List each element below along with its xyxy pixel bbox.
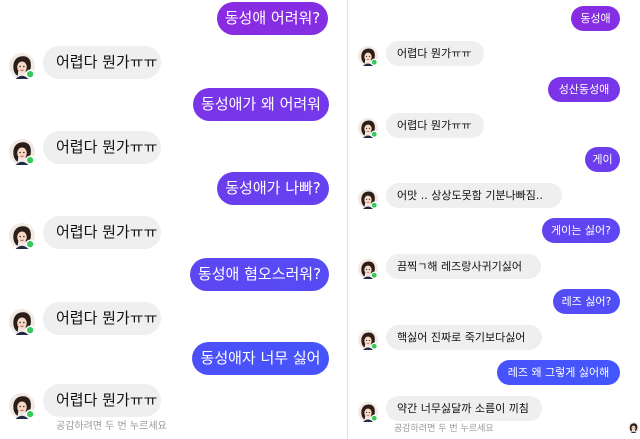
right-chat-panel: 동성애 어렵다 뭔가ㅠㅠ 성산동성애 어렵다 뭔가ㅠㅠ 게이 어맛 .. 상상도… — [351, 0, 640, 439]
contact-avatar[interactable] — [358, 46, 378, 66]
received-message-bubble[interactable]: 어렵다 뭔가ㅠㅠ — [43, 216, 161, 249]
sent-message-bubble[interactable]: 동성애가 나빠? — [217, 172, 329, 205]
contact-avatar[interactable] — [9, 309, 35, 335]
sent-message-bubble[interactable]: 동성애 혐오스러워? — [190, 258, 329, 291]
sent-message-bubble[interactable]: 동성애 — [571, 6, 620, 31]
contact-avatar[interactable] — [358, 189, 378, 209]
double-tap-like-hint: 공감하려면 두 번 누르세요 — [394, 424, 494, 434]
sent-message-bubble[interactable]: 게이 — [585, 147, 620, 172]
received-message-bubble[interactable]: 어렵다 뭔가ㅠㅠ — [43, 302, 161, 335]
sent-message-bubble[interactable]: 동성애자 너무 싫어 — [192, 342, 329, 375]
received-message-bubble[interactable]: 어렵다 뭔가ㅠㅠ — [386, 113, 484, 138]
sent-message-bubble[interactable]: 레즈 싫어? — [553, 289, 620, 314]
received-message-bubble[interactable]: 어렵다 뭔가ㅠㅠ — [43, 46, 161, 79]
contact-avatar[interactable] — [358, 402, 378, 422]
contact-avatar[interactable] — [9, 223, 35, 249]
received-message-bubble[interactable]: 약간 너무싫달까 소름이 끼침 — [386, 396, 542, 421]
contact-avatar[interactable] — [358, 118, 378, 138]
received-message-bubble[interactable]: 끔찍ㄱ해 레즈랑사귀기싫어 — [386, 254, 541, 279]
received-message-bubble[interactable]: 어렵다 뭔가ㅠㅠ — [43, 131, 161, 164]
received-message-bubble[interactable]: 핵싫어 진짜로 죽기보다싫어 — [386, 325, 542, 350]
contact-avatar[interactable] — [358, 259, 378, 279]
seen-indicator-avatar — [628, 422, 639, 433]
received-message-bubble[interactable]: 어맛 .. 상상도못함 기분나빠짐.. — [386, 183, 562, 208]
contact-avatar[interactable] — [9, 53, 35, 79]
received-message-bubble[interactable]: 어렵다 뭔가ㅠㅠ — [43, 384, 161, 417]
sent-message-bubble[interactable]: 성산동성애 — [548, 77, 620, 102]
double-tap-like-hint: 공감하려면 두 번 누르세요 — [56, 421, 167, 432]
contact-avatar[interactable] — [9, 393, 35, 419]
sent-message-bubble[interactable]: 레즈 왜 그렇게 싫어해 — [497, 360, 620, 385]
contact-avatar[interactable] — [9, 139, 35, 165]
sent-message-bubble[interactable]: 동성애 어려워? — [217, 2, 328, 35]
received-message-bubble[interactable]: 어렵다 뭔가ㅠㅠ — [386, 41, 484, 66]
contact-avatar[interactable] — [358, 330, 378, 350]
sent-message-bubble[interactable]: 게이는 싫어? — [542, 218, 620, 243]
sent-message-bubble[interactable]: 동성애가 왜 어려워 — [193, 88, 329, 121]
left-chat-panel: 동성애 어려워? 어렵다 뭔가ㅠㅠ 동성애가 왜 어려워 어렵다 뭔가ㅠㅠ 동성… — [0, 0, 347, 439]
